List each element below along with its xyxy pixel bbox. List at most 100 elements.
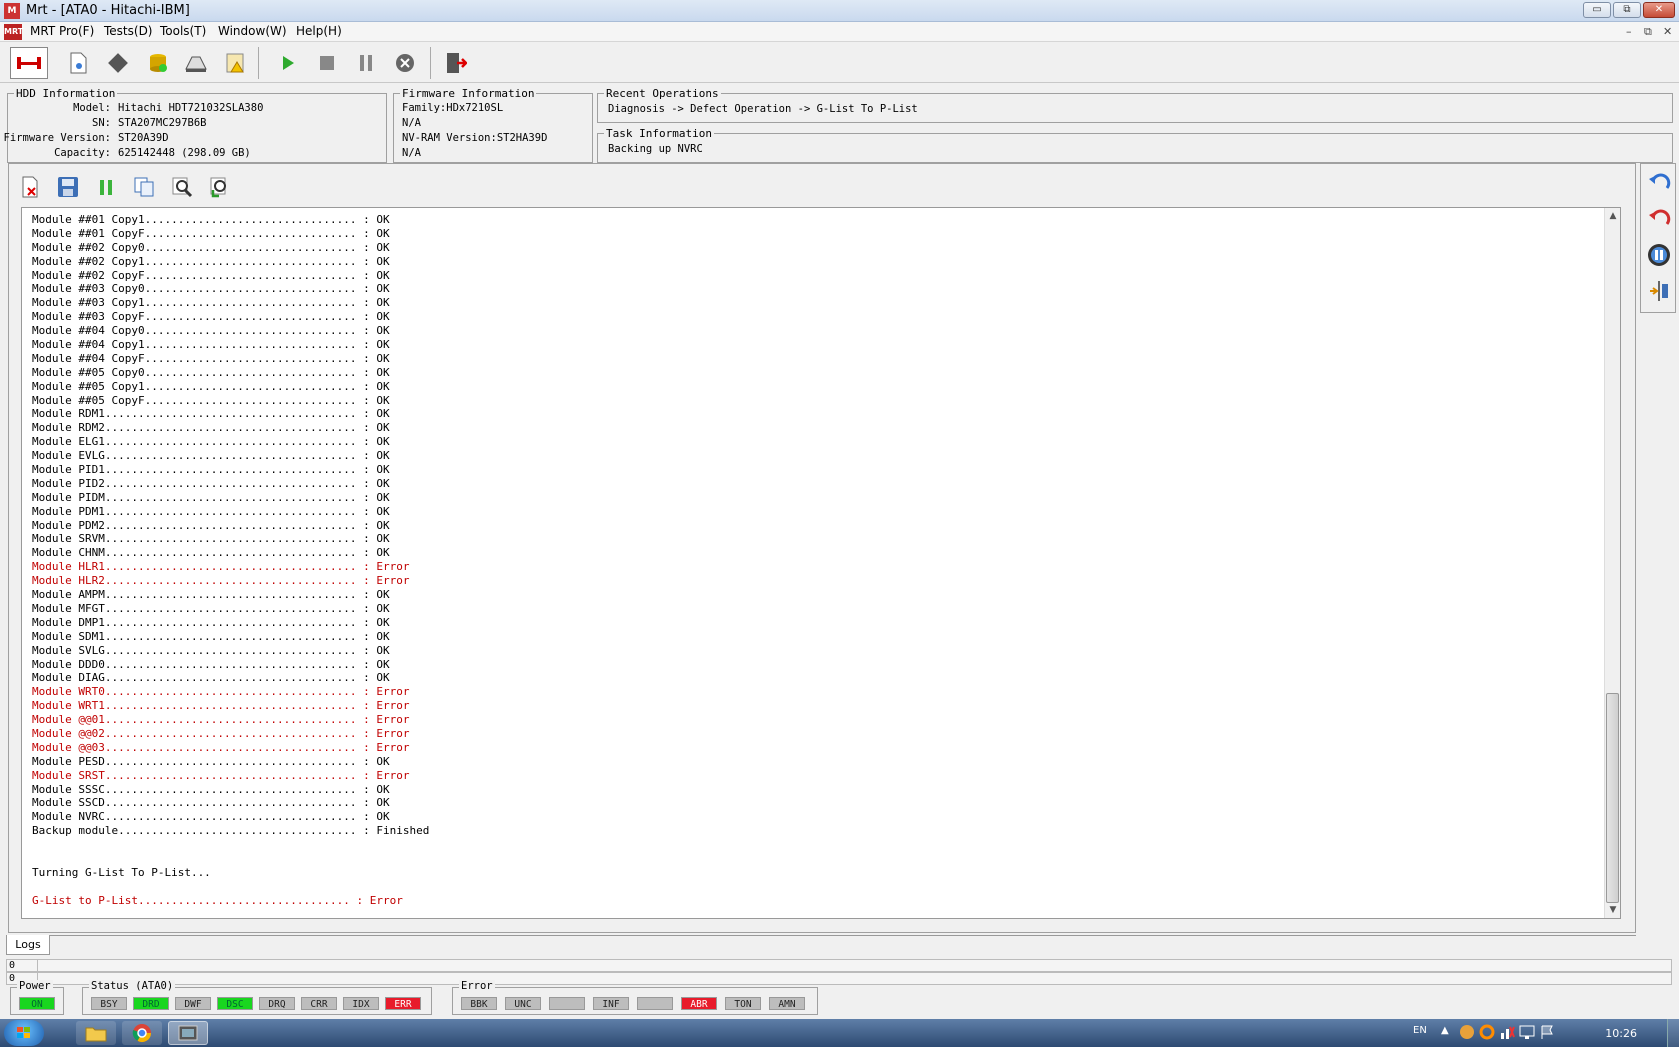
log-line-error: Module WRT1.............................… <box>32 699 410 713</box>
language-indicator[interactable]: EN <box>1413 1025 1427 1036</box>
clock[interactable]: 10:26 <box>1605 1027 1637 1040</box>
delete-doc-icon <box>22 176 38 198</box>
undo-blue-icon <box>1649 173 1671 189</box>
mdi-minimize-button[interactable]: – <box>1626 25 1632 38</box>
start-button[interactable] <box>4 1020 44 1046</box>
exit-button[interactable] <box>440 47 472 79</box>
log-line-error: Module SRST.............................… <box>32 768 410 782</box>
flag-unc: UNC <box>505 997 541 1010</box>
chip-button[interactable] <box>102 47 134 79</box>
database-button[interactable] <box>142 47 174 79</box>
disk-button[interactable] <box>180 47 212 79</box>
exit-icon <box>447 53 467 73</box>
flag-drd: DRD <box>133 997 169 1010</box>
hdd-info-legend: HDD Information <box>14 87 118 100</box>
cancel-button[interactable] <box>389 47 421 79</box>
show-hidden-icons-icon[interactable]: ▲ <box>1441 1025 1449 1036</box>
log-line: Module ##04 Copy0.......................… <box>32 324 390 338</box>
tab-logs[interactable]: Logs <box>6 935 50 955</box>
log-line: Module ##02 Copy0.......................… <box>32 240 390 254</box>
undo-red-button[interactable] <box>1646 206 1672 232</box>
task-information-legend: Task Information <box>604 127 714 140</box>
undo-button[interactable] <box>1646 170 1672 196</box>
counter-value: 0 <box>9 960 16 971</box>
stop-button[interactable] <box>311 47 343 79</box>
windows-logo-icon <box>17 1027 30 1038</box>
close-button[interactable]: ✕ <box>1643 2 1675 18</box>
counter-value: 0 <box>9 973 16 984</box>
pause-button[interactable] <box>350 47 382 79</box>
log-panel: Module ##01 Copy1.......................… <box>8 163 1636 933</box>
model-value: Hitachi HDT721032SLA380 <box>118 102 264 114</box>
sn-value: STA207MC297B6B <box>118 117 207 129</box>
counter-row: 0 <box>6 972 1672 985</box>
firmware-info-group: Firmware Information Family:HDx7210SL N/… <box>393 87 593 163</box>
disk-icon <box>185 56 207 72</box>
flag-bsy: BSY <box>91 997 127 1010</box>
clear-log-button[interactable] <box>17 174 43 200</box>
hdd-info-group: HDD Information Model: Hitachi HDT721032… <box>4 87 387 163</box>
log-line: Module PIDM.............................… <box>32 490 390 504</box>
connect-button[interactable] <box>10 47 48 79</box>
scroll-thumb[interactable] <box>1606 693 1619 903</box>
taskbar: EN ▲ 10:26 <box>0 1019 1679 1047</box>
tray-flag-icon[interactable] <box>1539 1024 1555 1043</box>
pause-log-button[interactable] <box>93 174 119 200</box>
firmware-family: Family:HDx7210SL <box>402 102 504 114</box>
log-line: Module PDM1.............................… <box>32 504 390 518</box>
folder-icon <box>85 1027 107 1042</box>
tray-monitor-icon[interactable] <box>1519 1024 1535 1043</box>
log-line-error: Module @@01.............................… <box>32 713 410 727</box>
taskbar-chrome[interactable] <box>122 1021 162 1045</box>
log-line: Module DMP1.............................… <box>32 615 390 629</box>
flag-drq: DRQ <box>259 997 295 1010</box>
play-icon <box>283 56 294 70</box>
task-information-text: Backing up NVRC <box>608 143 703 155</box>
menu-help[interactable]: Help(H) <box>296 24 342 38</box>
maximize-button[interactable]: ⧉ <box>1613 2 1641 18</box>
scroll-up-icon[interactable]: ▲ <box>1607 210 1619 222</box>
toolbar-separator <box>258 47 259 79</box>
pause-circle-button[interactable] <box>1646 242 1672 268</box>
log-line: Module RDM1.............................… <box>32 407 390 421</box>
report-button[interactable] <box>220 47 252 79</box>
scroll-down-icon[interactable]: ▼ <box>1607 904 1619 916</box>
toolbar-separator <box>430 47 431 79</box>
save-log-button[interactable] <box>55 174 81 200</box>
tray-security-icon[interactable] <box>1479 1024 1495 1043</box>
copy-log-button[interactable] <box>131 174 157 200</box>
power-legend: Power <box>17 980 53 992</box>
log-output[interactable]: Module ##01 Copy1.......................… <box>21 207 1621 919</box>
tray-network-icon[interactable] <box>1499 1024 1515 1043</box>
log-scrollbar[interactable]: ▲ ▼ <box>1604 208 1620 918</box>
flag-bbk: BBK <box>461 997 497 1010</box>
log-line: Module RDM2.............................… <box>32 421 390 435</box>
log-line: Module ELG1.............................… <box>32 435 390 449</box>
mdi-restore-button[interactable]: ⧉ <box>1644 25 1652 39</box>
menu-mrt-pro[interactable]: MRT Pro(F) <box>30 24 94 38</box>
menu-tests[interactable]: Tests(D) <box>104 24 153 38</box>
show-desktop-button[interactable] <box>1667 1019 1679 1047</box>
menu-tools[interactable]: Tools(T) <box>160 24 206 38</box>
log-line: Module AMPM.............................… <box>32 588 390 602</box>
start-button[interactable] <box>272 47 304 79</box>
open-file-button[interactable] <box>62 47 94 79</box>
log-line: Module ##05 Copy0.......................… <box>32 365 390 379</box>
split-button[interactable] <box>1646 278 1672 304</box>
recent-operation-text: Diagnosis -> Defect Operation -> G-List … <box>608 103 918 115</box>
find-button[interactable] <box>169 174 195 200</box>
warning-doc-icon <box>226 53 244 73</box>
mdi-close-button[interactable]: ✕ <box>1663 25 1672 38</box>
minimize-button[interactable]: ▭ <box>1583 2 1611 18</box>
taskbar-explorer[interactable] <box>76 1021 116 1045</box>
taskbar-mrt[interactable] <box>168 1021 208 1045</box>
log-line: Module SVLG.............................… <box>32 643 390 657</box>
log-lines: Module ##01 Copy1.......................… <box>32 213 429 908</box>
log-line-error: Module HLR2.............................… <box>32 574 410 588</box>
find-next-button[interactable] <box>207 174 233 200</box>
flag-idx: IDX <box>343 997 379 1010</box>
search-next-icon <box>210 177 226 198</box>
tray-app-icon[interactable] <box>1459 1024 1475 1043</box>
menu-window[interactable]: Window(W) <box>218 24 287 38</box>
